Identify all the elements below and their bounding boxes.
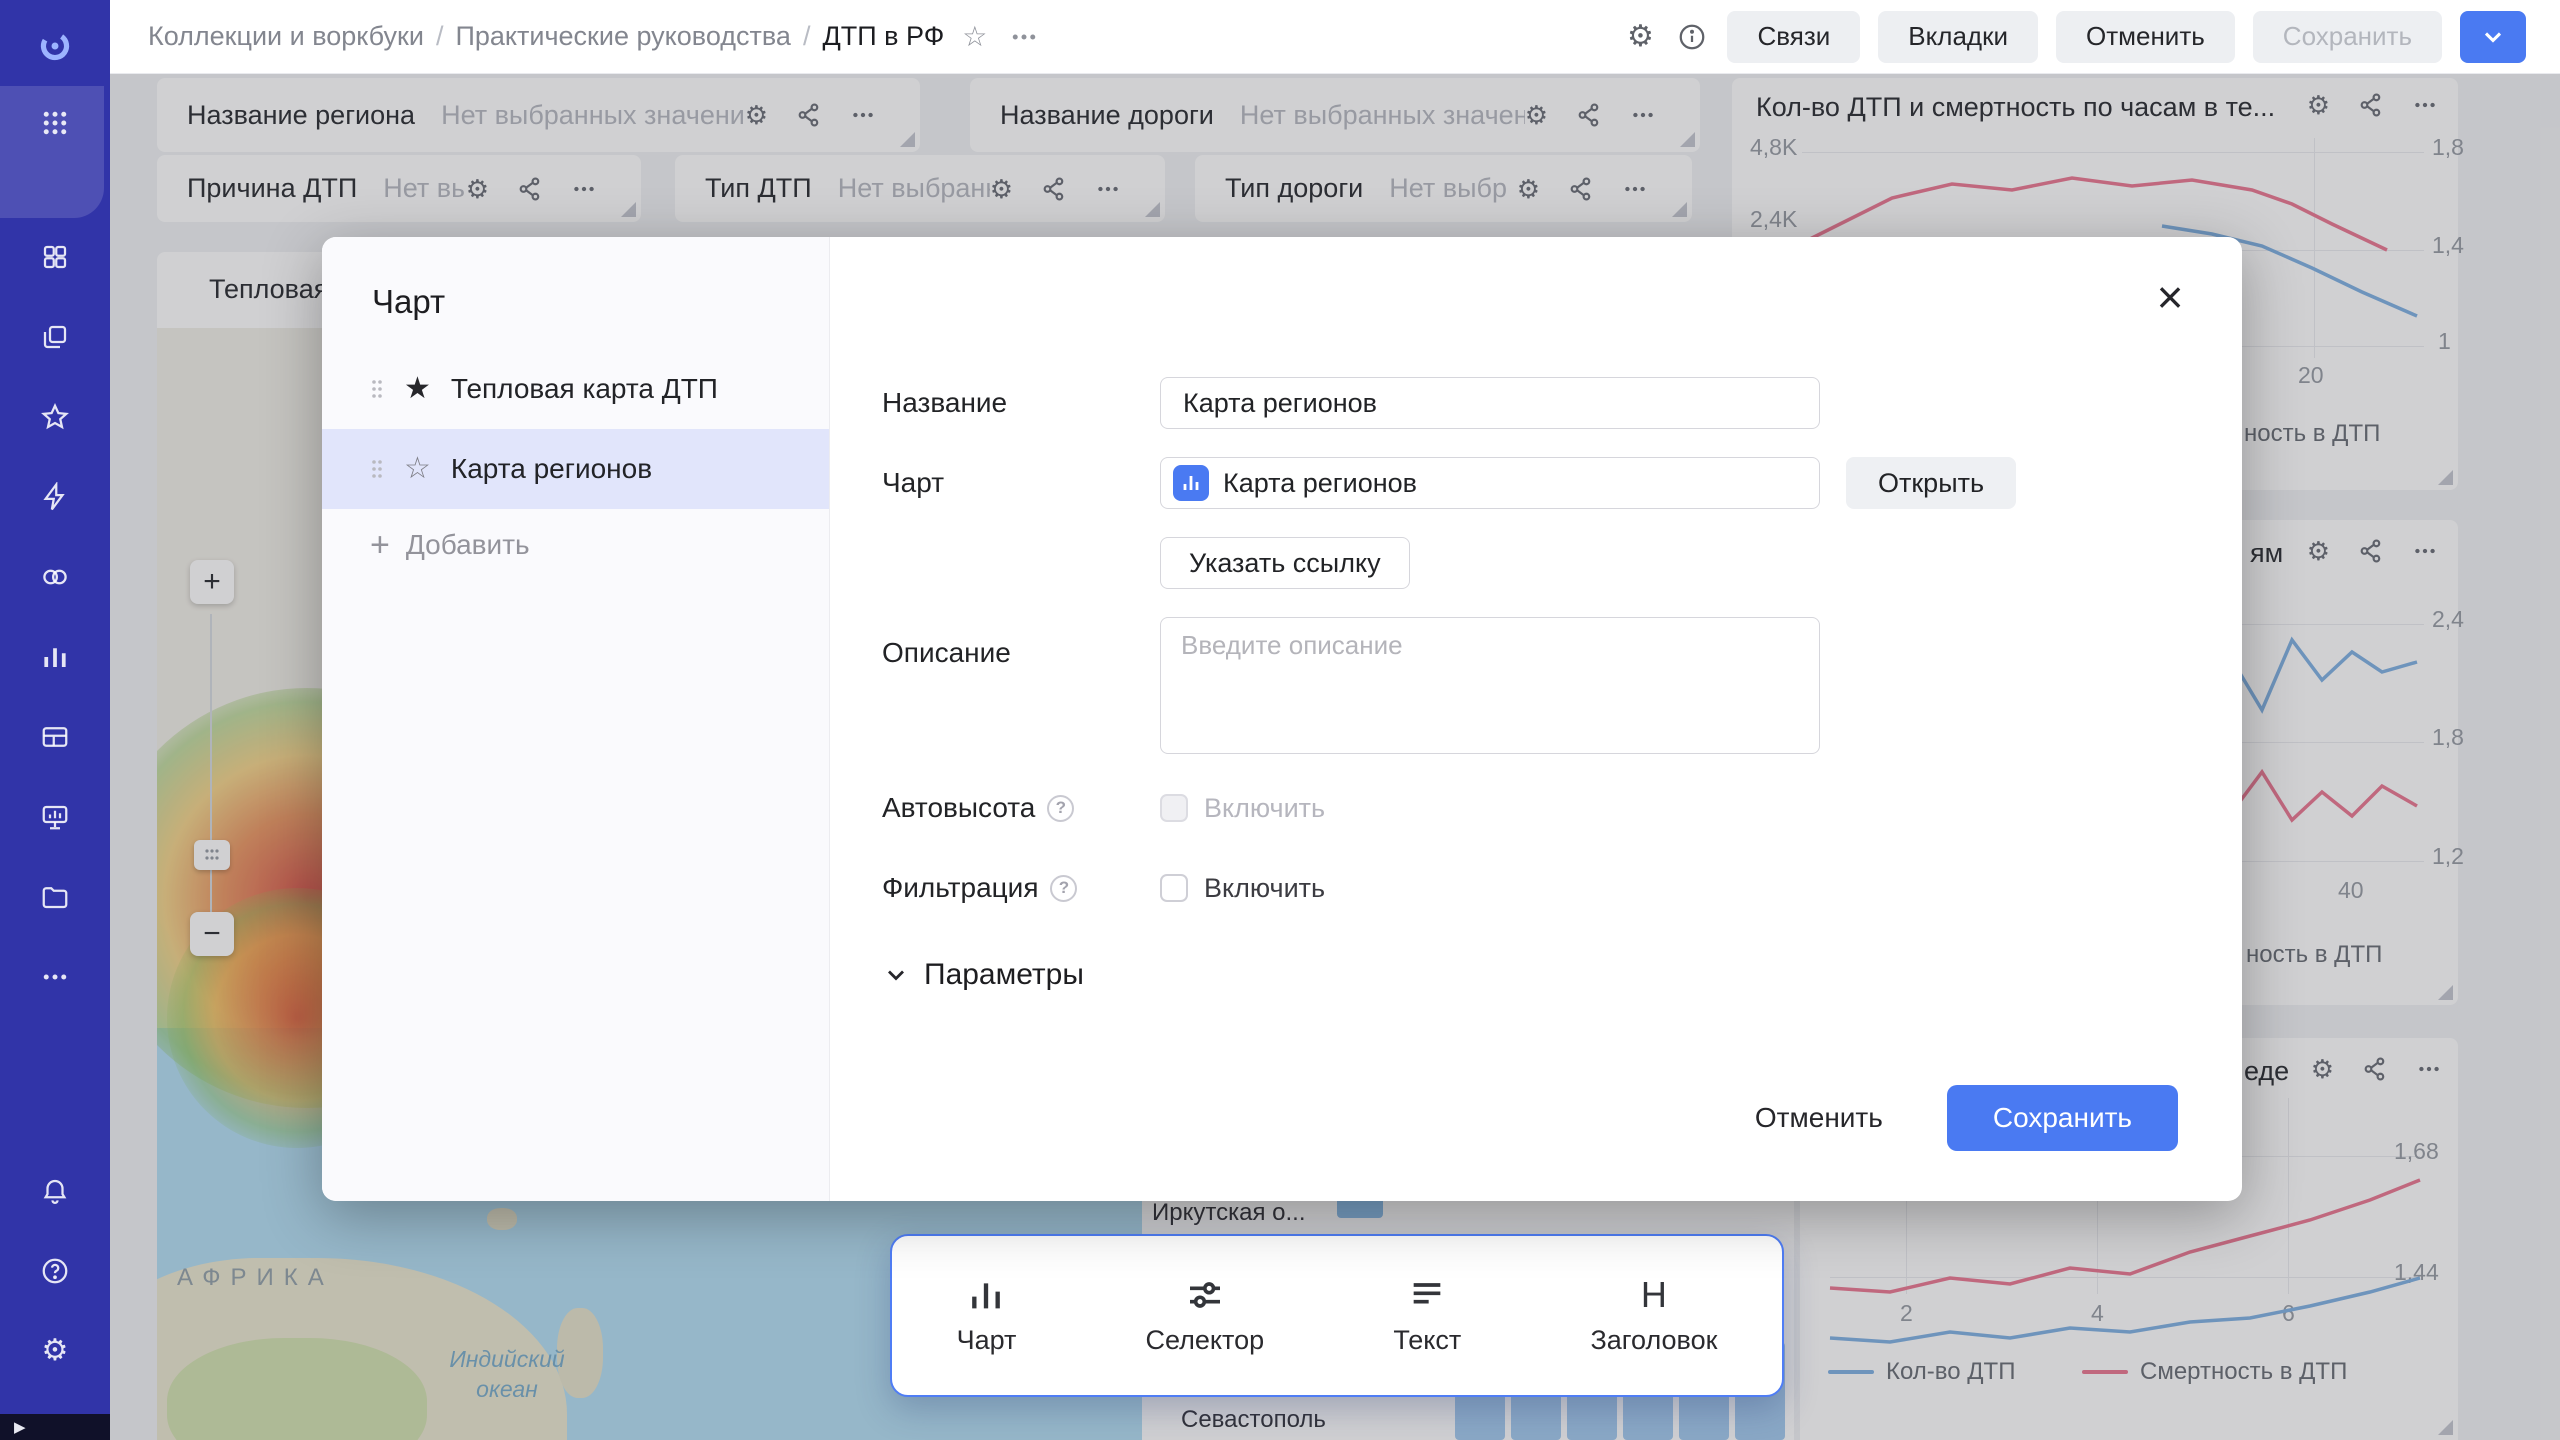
drag-handle-icon[interactable] xyxy=(370,378,384,400)
widget-add-toolbar: Чарт Селектор Текст H Заголовок xyxy=(890,1234,1784,1397)
link-row-spacer xyxy=(882,537,1160,589)
filtering-toggle-label: Включить xyxy=(1204,873,1325,904)
params-section-toggle[interactable]: Параметры xyxy=(882,958,2242,992)
default-star-icon[interactable]: ★ xyxy=(404,374,431,404)
chart-field-label: Чарт xyxy=(882,457,1160,509)
dialog-cancel-button[interactable]: Отменить xyxy=(1719,1085,1919,1151)
filtering-help-icon[interactable]: ? xyxy=(1050,875,1077,902)
drag-handle-icon[interactable] xyxy=(370,458,384,480)
dialog-widget-list: Чарт ★ Тепловая карта ДТП ☆ Карта регион… xyxy=(322,237,830,1201)
apps-grid-icon[interactable] xyxy=(38,106,72,140)
save-dashboard-button[interactable]: Сохранить xyxy=(2253,11,2442,63)
add-widget-button[interactable]: + Добавить xyxy=(370,529,530,561)
chevron-down-icon xyxy=(882,961,910,989)
heading-icon: H xyxy=(1641,1275,1667,1315)
dialog-title: Чарт xyxy=(372,283,829,321)
dashboards-icon[interactable] xyxy=(38,240,72,274)
breadcrumb-more-icon[interactable] xyxy=(1009,22,1039,52)
dialog-footer: Отменить Сохранить xyxy=(1719,1085,2178,1151)
charts-icon[interactable] xyxy=(38,640,72,674)
breadcrumb-separator: / xyxy=(803,21,811,52)
breadcrumb-section[interactable]: Практические руководства xyxy=(455,21,790,52)
notifications-icon[interactable] xyxy=(38,1174,72,1208)
functions-icon[interactable] xyxy=(38,480,72,514)
chart-type-icon xyxy=(1173,465,1209,501)
dialog-form: × Название Чарт Карта регионов Открыть xyxy=(830,237,2242,1201)
breadcrumb: Коллекции и воркбуки / Практические руко… xyxy=(148,20,1039,53)
cancel-edit-button[interactable]: Отменить xyxy=(2056,11,2235,63)
favorite-star-icon[interactable]: ☆ xyxy=(962,20,987,53)
chart-widget-settings-dialog: Чарт ★ Тепловая карта ДТП ☆ Карта регион… xyxy=(322,237,2242,1201)
datalens-dashboard-screen: ⚙ ▶ Коллекции и воркбуки / Практические … xyxy=(0,0,2560,1440)
sidebar-collapse-bar[interactable]: ▶ xyxy=(0,1414,110,1440)
name-field-label: Название xyxy=(882,377,1160,429)
add-chart-button[interactable]: Чарт xyxy=(957,1275,1017,1356)
datalens-logo-icon[interactable] xyxy=(29,20,81,72)
autoheight-help-icon[interactable]: ? xyxy=(1047,795,1074,822)
connections-icon[interactable] xyxy=(38,560,72,594)
add-text-button[interactable]: Текст xyxy=(1393,1275,1461,1356)
star-outline-icon[interactable]: ☆ xyxy=(404,454,431,484)
plus-icon: + xyxy=(370,530,390,560)
filtering-checkbox[interactable] xyxy=(1160,874,1188,902)
chart-select-field[interactable]: Карта регионов xyxy=(1160,457,1820,509)
text-icon xyxy=(1407,1275,1447,1315)
name-input[interactable] xyxy=(1160,377,1820,429)
breadcrumb-separator: / xyxy=(436,21,444,52)
top-bar: Коллекции и воркбуки / Практические руко… xyxy=(110,0,2560,74)
dialog-save-button[interactable]: Сохранить xyxy=(1947,1085,2178,1151)
more-icon[interactable] xyxy=(38,960,72,994)
collections-icon[interactable] xyxy=(38,320,72,354)
autoheight-toggle-label: Включить xyxy=(1204,793,1325,824)
chart-icon xyxy=(966,1275,1006,1315)
open-chart-button[interactable]: Открыть xyxy=(1846,457,2016,509)
settings-icon[interactable]: ⚙ xyxy=(38,1334,72,1368)
add-selector-button[interactable]: Селектор xyxy=(1146,1275,1265,1356)
save-dropdown-button[interactable] xyxy=(2460,11,2526,63)
close-icon[interactable]: × xyxy=(2146,273,2194,321)
top-bar-actions: ⚙ Связи Вкладки Отменить Сохранить xyxy=(1623,11,2526,63)
tabs-button[interactable]: Вкладки xyxy=(1878,11,2038,63)
selector-icon xyxy=(1185,1275,1225,1315)
help-icon[interactable] xyxy=(38,1254,72,1288)
storage-icon[interactable] xyxy=(38,880,72,914)
filtering-label: Фильтрация xyxy=(882,862,1038,914)
add-heading-button[interactable]: H Заголовок xyxy=(1590,1275,1717,1356)
breadcrumb-current: ДТП в РФ xyxy=(822,21,944,52)
autoheight-label: Автовысота xyxy=(882,782,1035,834)
dashboard-settings-icon[interactable]: ⚙ xyxy=(1623,20,1657,54)
specify-link-button[interactable]: Указать ссылку xyxy=(1160,537,1410,589)
chevron-down-icon xyxy=(2479,23,2507,51)
app-sidebar: ⚙ ▶ xyxy=(0,0,110,1440)
description-textarea[interactable] xyxy=(1160,617,1820,754)
autoheight-checkbox xyxy=(1160,794,1188,822)
expand-arrow-icon: ▶ xyxy=(14,1418,26,1436)
info-icon[interactable] xyxy=(1675,20,1709,54)
relations-button[interactable]: Связи xyxy=(1727,11,1860,63)
datasets-icon[interactable] xyxy=(38,720,72,754)
description-field-label: Описание xyxy=(882,617,1160,754)
widget-list-item-regions[interactable]: ☆ Карта регионов xyxy=(322,429,829,509)
presentations-icon[interactable] xyxy=(38,800,72,834)
favorites-icon[interactable] xyxy=(38,400,72,434)
widget-list-item-heatmap[interactable]: ★ Тепловая карта ДТП xyxy=(322,349,829,429)
breadcrumb-collections[interactable]: Коллекции и воркбуки xyxy=(148,21,424,52)
